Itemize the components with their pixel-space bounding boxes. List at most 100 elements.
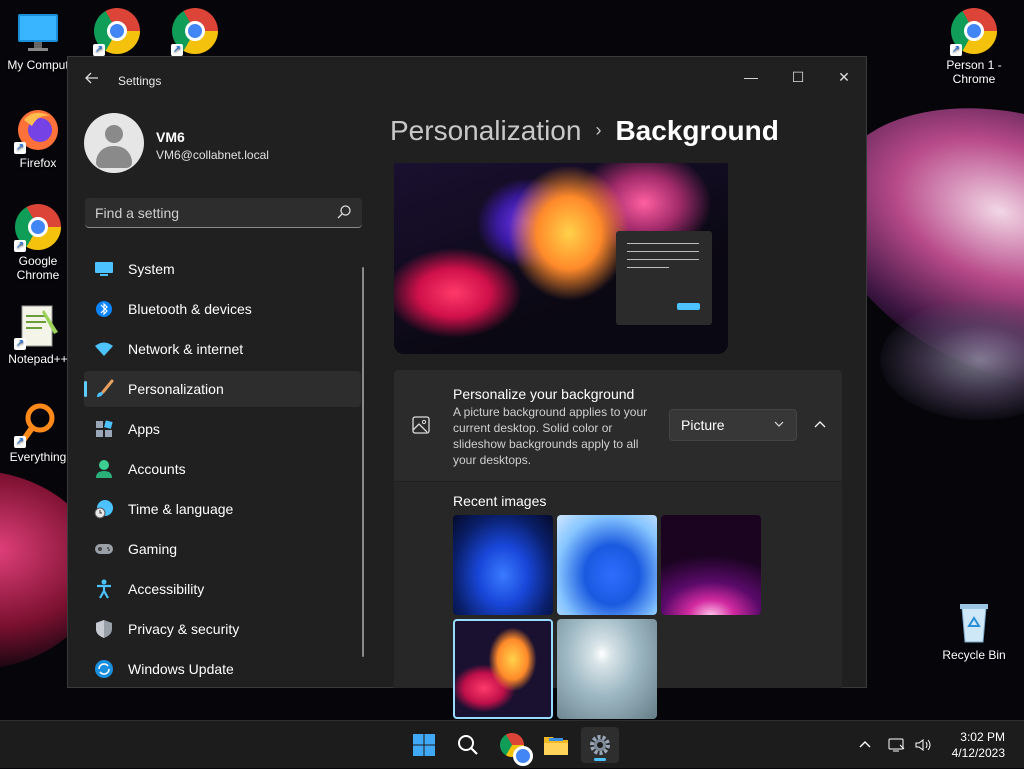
sidebar-item-gaming[interactable]: Gaming bbox=[84, 531, 361, 567]
desktop-icon-label: Firefox bbox=[19, 156, 57, 170]
page-title: Background bbox=[615, 115, 779, 146]
sidebar-item-label: Apps bbox=[128, 421, 160, 437]
sidebar-item-label: Windows Update bbox=[128, 661, 234, 677]
clock[interactable]: 3:02 PM 4/12/2023 bbox=[952, 729, 1005, 761]
accessibility-icon bbox=[94, 579, 114, 599]
shortcut-arrow-icon: ↗ bbox=[171, 44, 183, 56]
clock-globe-icon bbox=[94, 499, 114, 519]
desktop-icon-everything[interactable]: ↗ Everything bbox=[0, 400, 76, 464]
dropdown-value: Picture bbox=[681, 417, 725, 433]
sidebar-item-time-language[interactable]: Time & language bbox=[84, 491, 361, 527]
clock-time: 3:02 PM bbox=[960, 730, 1005, 744]
desktop-icon-chrome-profile-1[interactable]: ↗ bbox=[79, 8, 155, 58]
sidebar-item-accounts[interactable]: Accounts bbox=[84, 451, 361, 487]
breadcrumb-parent[interactable]: Personalization bbox=[390, 115, 581, 146]
desktop-icon-notepad-plus-plus[interactable]: ↗ Notepad++ bbox=[0, 302, 76, 366]
recent-image-thumbnail-selected[interactable] bbox=[453, 619, 553, 719]
minimize-icon: — bbox=[744, 69, 758, 85]
system-tray bbox=[858, 721, 932, 769]
person-icon bbox=[94, 459, 114, 479]
avatar bbox=[84, 113, 144, 173]
sidebar-item-bluetooth[interactable]: Bluetooth & devices bbox=[84, 291, 361, 327]
close-button[interactable]: ✕ bbox=[821, 61, 867, 93]
sidebar-item-label: Gaming bbox=[128, 541, 178, 557]
desktop-icon-my-computer[interactable]: My Comput bbox=[0, 8, 76, 72]
monitor-icon bbox=[14, 8, 62, 56]
recent-images-section: Recent images bbox=[394, 482, 842, 719]
desktop-preview bbox=[394, 163, 728, 354]
recent-image-thumbnail[interactable] bbox=[661, 515, 761, 615]
personalize-background-card: Personalize your background A picture ba… bbox=[394, 370, 842, 481]
collapse-button[interactable] bbox=[804, 409, 836, 441]
search-icon[interactable] bbox=[336, 204, 352, 220]
desktop-icon-label: My Comput bbox=[7, 58, 69, 72]
taskbar-settings-button[interactable] bbox=[581, 727, 619, 763]
sidebar-item-label: Privacy & security bbox=[128, 621, 240, 637]
firefox-icon: ↗ bbox=[14, 106, 62, 154]
desktop-icon-recycle-bin[interactable]: Recycle Bin bbox=[936, 598, 1012, 662]
recent-image-thumbnail[interactable] bbox=[557, 515, 657, 615]
sidebar-item-apps[interactable]: Apps bbox=[84, 411, 361, 447]
desktop-icon-firefox[interactable]: ↗ Firefox bbox=[0, 106, 76, 170]
sidebar-item-network[interactable]: Network & internet bbox=[84, 331, 361, 367]
taskbar-chrome-button[interactable] bbox=[493, 727, 533, 766]
chrome-icon: ↗ bbox=[14, 204, 62, 252]
start-button[interactable] bbox=[405, 727, 443, 763]
sidebar-item-label: Time & language bbox=[128, 501, 234, 517]
shortcut-arrow-icon: ↗ bbox=[93, 44, 105, 56]
recent-image-thumbnail[interactable] bbox=[453, 515, 553, 615]
background-type-dropdown[interactable]: Picture bbox=[669, 409, 797, 441]
desktop-icon-label: Everything bbox=[9, 450, 67, 464]
sidebar-item-label: Accessibility bbox=[128, 581, 205, 597]
desktop-icon-person1-chrome[interactable]: ↗ Person 1 - Chrome bbox=[936, 8, 1012, 86]
shield-icon bbox=[94, 619, 114, 639]
desktop-icon-label: Google Chrome bbox=[16, 254, 60, 282]
preview-mock-window bbox=[616, 231, 712, 325]
taskbar-file-explorer-button[interactable] bbox=[537, 727, 575, 763]
chevron-up-icon[interactable] bbox=[858, 738, 872, 752]
sidebar-item-privacy[interactable]: Privacy & security bbox=[84, 611, 361, 647]
monitor-icon bbox=[94, 259, 114, 279]
title-bar: Settings — ☐ ✕ bbox=[68, 57, 866, 105]
minimize-button[interactable]: — bbox=[728, 61, 774, 93]
gear-icon bbox=[590, 735, 610, 755]
sidebar-item-accessibility[interactable]: Accessibility bbox=[84, 571, 361, 607]
recent-image-thumbnail[interactable] bbox=[557, 619, 657, 719]
brush-icon bbox=[94, 379, 114, 399]
taskbar-search-button[interactable] bbox=[449, 727, 487, 763]
card-title: Personalize your background bbox=[453, 386, 635, 402]
recent-images-title: Recent images bbox=[453, 493, 547, 509]
desktop-icon-chrome-profile-2[interactable]: ↗ bbox=[157, 8, 233, 58]
search-box bbox=[85, 198, 362, 228]
sidebar-item-label: System bbox=[128, 261, 175, 277]
taskbar: 3:02 PM 4/12/2023 bbox=[0, 720, 1024, 768]
chrome-icon: ↗ bbox=[950, 8, 998, 56]
back-button[interactable] bbox=[80, 69, 104, 93]
sidebar-item-system[interactable]: System bbox=[84, 251, 361, 287]
sidebar-item-windows-update[interactable]: Windows Update bbox=[84, 651, 361, 687]
shortcut-arrow-icon: ↗ bbox=[14, 240, 26, 252]
update-icon bbox=[94, 659, 114, 679]
window-title: Settings bbox=[118, 74, 162, 88]
shortcut-arrow-icon: ↗ bbox=[14, 338, 26, 350]
desktop-icon-label: Person 1 - Chrome bbox=[946, 58, 1002, 86]
desktop-icon-label: Recycle Bin bbox=[942, 648, 1006, 662]
recycle-bin-icon bbox=[950, 598, 998, 646]
chrome-icon: ↗ bbox=[93, 8, 141, 56]
gamepad-icon bbox=[94, 539, 114, 559]
sidebar-item-personalization[interactable]: Personalization bbox=[84, 371, 361, 407]
maximize-button[interactable]: ☐ bbox=[775, 61, 821, 93]
maximize-icon: ☐ bbox=[791, 69, 805, 85]
search-input[interactable] bbox=[85, 198, 337, 228]
sidebar-item-label: Accounts bbox=[128, 461, 186, 477]
sidebar-nav: System Bluetooth & devices Network & int… bbox=[84, 251, 361, 691]
volume-icon[interactable] bbox=[914, 737, 932, 753]
sidebar-scrollbar[interactable] bbox=[362, 267, 364, 657]
breadcrumb-separator-icon: › bbox=[595, 120, 602, 140]
apps-icon bbox=[94, 419, 114, 439]
arrow-left-icon bbox=[85, 72, 98, 84]
desktop-icon-google-chrome[interactable]: ↗ Google Chrome bbox=[0, 204, 76, 282]
network-icon[interactable] bbox=[888, 737, 906, 753]
bluetooth-icon bbox=[94, 299, 114, 319]
windows-logo-icon bbox=[413, 734, 435, 756]
